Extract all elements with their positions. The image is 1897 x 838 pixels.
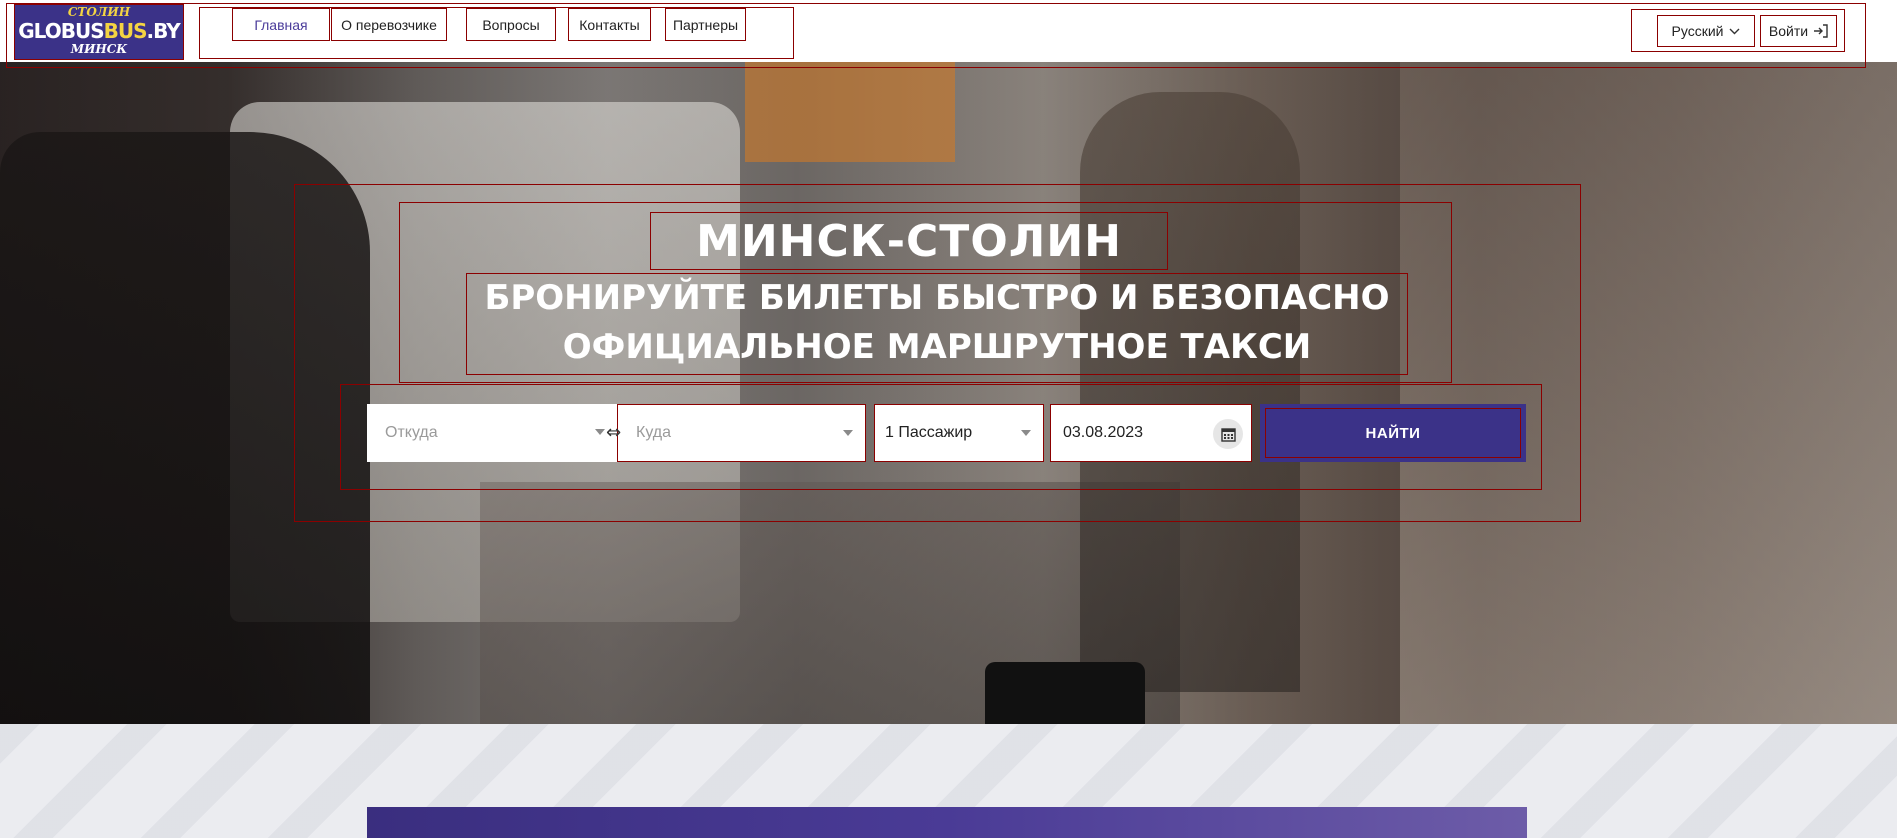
logo-main-text: GLOBUSBUS.BY <box>15 19 183 43</box>
date-field[interactable]: 03.08.2023 <box>1050 404 1252 462</box>
swap-icon[interactable]: ⇔ <box>606 424 626 442</box>
chevron-down-icon <box>1021 430 1031 436</box>
search-button[interactable]: НАЙТИ <box>1260 404 1526 462</box>
hero-subtitle: БРОНИРУЙТЕ БИЛЕТЫ БЫСТРО И БЕЗОПАСНО ОФИ… <box>466 273 1408 375</box>
hero-photo-bus <box>745 62 955 162</box>
logo-main-accent: BUS <box>103 19 148 43</box>
from-select[interactable]: Откуда <box>367 404 617 462</box>
login-label: Войти <box>1768 23 1809 39</box>
site-logo[interactable]: СТОЛИН GLOBUSBUS.BY МИНСК <box>14 4 184 60</box>
site-header: СТОЛИН GLOBUSBUS.BY МИНСК Главная О пере… <box>0 0 1897 68</box>
chevron-down-icon <box>843 430 853 436</box>
hero-subtitle-line-1: БРОНИРУЙТЕ БИЛЕТЫ БЫСТРО И БЕЗОПАСНО <box>484 278 1390 318</box>
login-button[interactable]: Войти <box>1760 15 1837 47</box>
promo-banner <box>367 807 1527 838</box>
chevron-down-icon <box>595 429 605 435</box>
chevron-down-icon <box>1729 28 1740 34</box>
logo-main-left: GLOBUS <box>18 19 104 43</box>
language-label: Русский <box>1671 23 1724 39</box>
page-title: МИНСК-СТОЛИН <box>650 212 1168 270</box>
nav-item-about[interactable]: О перевозчике <box>331 8 447 41</box>
logo-main-right: .BY <box>146 19 181 43</box>
passengers-value: 1 Пассажир <box>885 424 973 441</box>
language-select[interactable]: Русский <box>1657 15 1755 47</box>
to-placeholder: Куда <box>636 424 672 441</box>
to-select[interactable]: Куда <box>617 404 866 462</box>
nav-item-faq[interactable]: Вопросы <box>466 8 556 41</box>
nav-item-partners[interactable]: Партнеры <box>665 8 746 41</box>
passengers-select[interactable]: 1 Пассажир <box>874 404 1044 462</box>
hero-subtitle-line-2: ОФИЦИАЛЬНОЕ МАРШРУТНОЕ ТАКСИ <box>562 327 1312 367</box>
content-section <box>0 724 1897 838</box>
search-button-label: НАЙТИ <box>1265 408 1521 458</box>
nav-item-home[interactable]: Главная <box>232 8 330 41</box>
login-arrow-icon <box>1814 24 1828 38</box>
hero-photo-suitcase <box>985 662 1145 724</box>
logo-top-text: СТОЛИН <box>67 5 131 19</box>
nav-item-contacts[interactable]: Контакты <box>568 8 651 41</box>
date-value: 03.08.2023 <box>1063 424 1144 441</box>
logo-bottom-text: МИНСК <box>70 42 128 56</box>
from-placeholder: Откуда <box>385 424 438 441</box>
calendar-icon[interactable] <box>1213 419 1243 449</box>
